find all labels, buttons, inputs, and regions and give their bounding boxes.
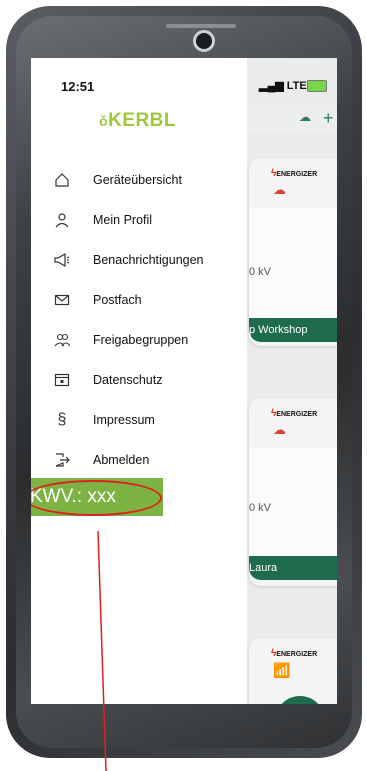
menu-item-label: Postfach bbox=[93, 293, 142, 307]
menu-item-label: Mein Profil bbox=[93, 213, 153, 227]
menu-item-label: Datenschutz bbox=[93, 373, 163, 387]
speaker-grille bbox=[166, 24, 236, 28]
cloud-offline-icon: ☁ bbox=[273, 422, 286, 437]
folder-lock-icon bbox=[53, 371, 71, 389]
cloud-offline-icon: ☁ bbox=[273, 182, 286, 197]
voltage-reading: 0 kV bbox=[249, 502, 272, 514]
front-camera bbox=[193, 30, 215, 52]
card-inner bbox=[249, 208, 337, 318]
signal-lte: ▂▄▆ LTE bbox=[259, 80, 307, 92]
battery-icon bbox=[307, 80, 327, 92]
navigation-drawer: 12:51 ǒKERBL Geräteübersicht Mein Profil… bbox=[31, 58, 247, 704]
wifi-icon: 📶 bbox=[273, 662, 291, 678]
menu-item-label: Freigabegruppen bbox=[93, 333, 189, 347]
menu-item-label: Impressum bbox=[93, 413, 155, 427]
menu-item-datenschutz[interactable]: Datenschutz bbox=[31, 366, 247, 396]
device-card[interactable]: ϟENERGIZER ☁ 0 kV p Workshop bbox=[249, 158, 337, 346]
menu-item-geraeteuebersicht[interactable]: Geräteübersicht bbox=[31, 166, 247, 196]
home-icon bbox=[53, 171, 71, 189]
status-time: 12:51 bbox=[61, 79, 95, 94]
add-device-button[interactable]: + bbox=[323, 108, 334, 129]
menu-item-abmelden[interactable]: Abmelden bbox=[31, 446, 247, 476]
paragraph-icon: § bbox=[57, 411, 67, 428]
energizer-logo: ϟENERGIZER bbox=[271, 168, 318, 179]
cloud-icon[interactable]: ☁ bbox=[299, 110, 311, 124]
device-name-bar: Laura bbox=[249, 556, 337, 580]
pointer-line bbox=[97, 531, 107, 771]
logout-icon bbox=[53, 451, 71, 469]
voltage-reading: 0 kV bbox=[249, 266, 272, 278]
menu-item-freigabegruppen[interactable]: Freigabegruppen bbox=[31, 326, 247, 356]
energizer-logo: ϟENERGIZER bbox=[271, 408, 318, 419]
device-card[interactable]: ϟENERGIZER ☁ 0 kV Laura bbox=[249, 398, 337, 586]
menu-item-benachrichtigungen[interactable]: Benachrichtigungen bbox=[31, 246, 247, 276]
menu-item-label: Benachrichtigungen bbox=[93, 253, 204, 267]
menu-item-mein-profil[interactable]: Mein Profil bbox=[31, 206, 247, 236]
menu-item-label: Geräteübersicht bbox=[93, 173, 182, 187]
menu-item-postfach[interactable]: Postfach bbox=[31, 286, 247, 316]
megaphone-icon bbox=[53, 251, 71, 269]
device-name-bar: p Workshop bbox=[249, 318, 337, 342]
mail-icon bbox=[53, 291, 71, 309]
energizer-logo: ϟENERGIZER bbox=[271, 648, 318, 659]
kwv-annotation: KWV.: xxx bbox=[31, 478, 163, 516]
status-circle bbox=[275, 696, 325, 704]
group-icon bbox=[53, 331, 71, 349]
menu-item-impressum[interactable]: § Impressum bbox=[31, 406, 247, 436]
menu-item-label: Abmelden bbox=[93, 453, 150, 467]
kerbl-logo: ǒKERBL bbox=[99, 110, 177, 131]
highlight-ring bbox=[31, 480, 162, 516]
device-card[interactable]: ϟENERGIZER 📶 bbox=[249, 638, 337, 704]
user-icon bbox=[53, 211, 71, 229]
phone-screen: ☁ + ϟENERGIZER ☁ 0 kV p Workshop ϟENERGI… bbox=[31, 58, 337, 704]
